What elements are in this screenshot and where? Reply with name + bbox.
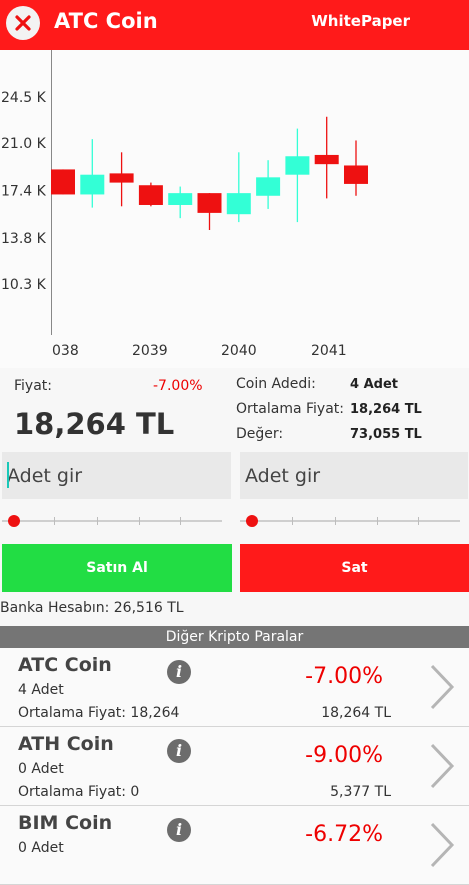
current-price: 18,264 TL bbox=[14, 407, 175, 441]
coin-change: -7.00% bbox=[305, 664, 383, 689]
page-title: ATC Coin bbox=[54, 9, 158, 33]
y-tick-label: 24.5 K bbox=[1, 90, 47, 106]
x-tick-label: 2040 bbox=[221, 343, 257, 359]
candle-body bbox=[138, 185, 163, 205]
coin-name: BIM Coin bbox=[18, 812, 113, 834]
coin-count-value: 4 Adet bbox=[350, 377, 398, 392]
slider-tick bbox=[335, 517, 336, 525]
chevron-right-icon[interactable] bbox=[428, 663, 456, 711]
y-tick-label: 21.0 K bbox=[1, 136, 47, 152]
slider-thumb[interactable] bbox=[246, 515, 258, 527]
buy-amount-slider[interactable] bbox=[2, 509, 222, 533]
candle-body bbox=[314, 154, 339, 165]
coin-avg-price: Ortalama Fiyat: 18,264 bbox=[18, 705, 180, 721]
coin-count-label: Coin Adedi: bbox=[236, 376, 316, 392]
candle-body bbox=[197, 193, 222, 213]
x-tick-label: 038 bbox=[52, 343, 79, 359]
coin-row-bim[interactable]: BIM Coin i 0 Adet -6.72% bbox=[0, 806, 469, 885]
candle-body bbox=[256, 177, 281, 196]
x-tick-label: 2039 bbox=[132, 343, 168, 359]
text-cursor bbox=[7, 462, 9, 488]
info-icon[interactable]: i bbox=[167, 818, 191, 842]
candle-body bbox=[80, 174, 105, 195]
coin-amount: 0 Adet bbox=[18, 761, 64, 777]
coin-row-atc[interactable]: ATC Coin i 4 Adet Ortalama Fiyat: 18,264… bbox=[0, 648, 469, 727]
candle-body bbox=[285, 156, 310, 175]
buy-button[interactable]: Satın Al bbox=[2, 544, 232, 592]
sell-button[interactable]: Sat bbox=[240, 544, 469, 592]
sell-amount-input[interactable]: Adet gir bbox=[240, 452, 468, 499]
slider-tick bbox=[180, 517, 181, 525]
slider-tick bbox=[97, 517, 98, 525]
coin-amount: 4 Adet bbox=[18, 682, 64, 698]
price-change: -7.00% bbox=[153, 378, 203, 394]
slider-track bbox=[240, 520, 460, 522]
sell-amount-placeholder: Adet gir bbox=[245, 465, 321, 487]
close-icon bbox=[15, 15, 31, 31]
slider-track bbox=[2, 520, 222, 522]
price-label: Fiyat: bbox=[14, 378, 52, 394]
avg-price-label: Ortalama Fiyat: bbox=[236, 401, 344, 417]
chevron-right-icon[interactable] bbox=[428, 742, 456, 790]
avg-price-value: 18,264 TL bbox=[350, 402, 422, 417]
x-tick-label: 2041 bbox=[311, 343, 347, 359]
candle-body bbox=[226, 193, 251, 215]
coin-row-ath[interactable]: ATH Coin i 0 Adet Ortalama Fiyat: 0 -9.0… bbox=[0, 727, 469, 806]
y-tick-label: 10.3 K bbox=[1, 277, 47, 293]
candle-body bbox=[51, 169, 75, 195]
candle-body bbox=[109, 173, 134, 183]
coin-value: 18,264 TL bbox=[321, 705, 391, 721]
sell-amount-slider[interactable] bbox=[240, 509, 460, 533]
y-tick-label: 17.4 K bbox=[1, 184, 47, 200]
slider-tick bbox=[54, 517, 55, 525]
slider-thumb[interactable] bbox=[8, 515, 20, 527]
coin-value: 5,377 TL bbox=[330, 784, 391, 800]
whitepaper-link[interactable]: WhitePaper bbox=[311, 12, 410, 30]
value-amount: 73,055 TL bbox=[350, 427, 422, 442]
coin-avg-price: Ortalama Fiyat: 0 bbox=[18, 784, 140, 800]
app-header: ATC Coin WhitePaper bbox=[0, 0, 469, 50]
price-chart: 24.5 K 21.0 K 17.4 K 13.8 K 10.3 K 038 2039 20… bbox=[0, 50, 469, 368]
candle-body bbox=[168, 193, 193, 205]
slider-tick bbox=[139, 517, 140, 525]
other-cryptos-header: Diğer Kripto Paralar bbox=[0, 626, 469, 648]
slider-tick bbox=[292, 517, 293, 525]
bank-balance: Banka Hesabın: 26,516 TL bbox=[0, 600, 184, 616]
chevron-right-icon[interactable] bbox=[428, 821, 456, 869]
buy-amount-placeholder: Adet gir bbox=[7, 465, 83, 487]
coin-name: ATC Coin bbox=[18, 654, 112, 676]
coin-change: -6.72% bbox=[305, 822, 383, 847]
y-tick-label: 13.8 K bbox=[1, 231, 47, 247]
candle-body bbox=[344, 165, 368, 184]
value-label: Değer: bbox=[236, 426, 284, 442]
close-button[interactable] bbox=[6, 6, 40, 40]
coin-amount: 0 Adet bbox=[18, 840, 64, 856]
coin-change: -9.00% bbox=[305, 743, 383, 768]
info-icon[interactable]: i bbox=[167, 739, 191, 763]
buy-amount-input[interactable]: Adet gir bbox=[2, 452, 231, 499]
info-icon[interactable]: i bbox=[167, 660, 191, 684]
coin-name: ATH Coin bbox=[18, 733, 114, 755]
slider-tick bbox=[377, 517, 378, 525]
slider-tick bbox=[418, 517, 419, 525]
